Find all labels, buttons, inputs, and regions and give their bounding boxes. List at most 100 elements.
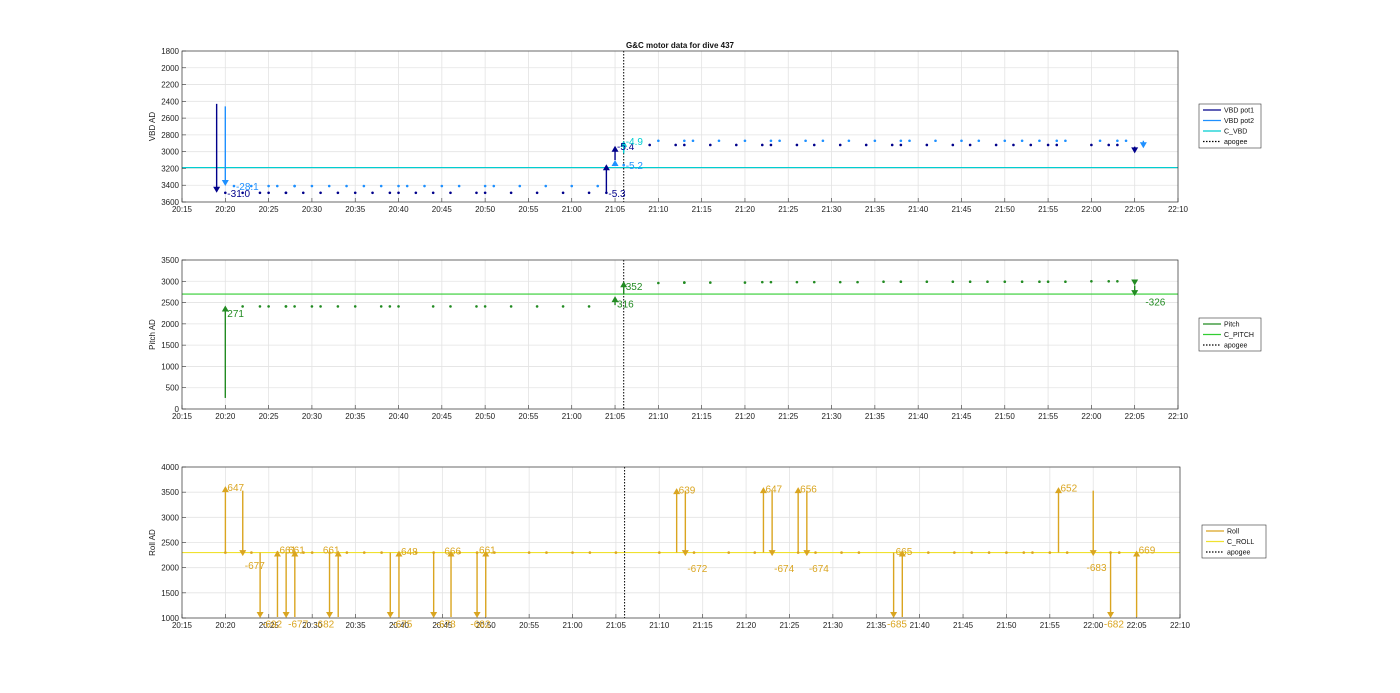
y-tick-label: 500 xyxy=(166,384,180,393)
data-point xyxy=(769,280,773,284)
plot-area xyxy=(182,51,1178,202)
data-point xyxy=(353,305,357,308)
data-point xyxy=(925,280,929,284)
x-tick-label: 20:20 xyxy=(215,621,236,630)
data-point xyxy=(987,551,991,554)
data-point xyxy=(970,551,974,554)
data-point xyxy=(414,191,418,195)
data-point xyxy=(873,139,877,143)
data-point xyxy=(561,305,565,308)
legend-label: C_VBD xyxy=(1224,129,1247,136)
value-annotation: 639 xyxy=(679,486,696,497)
data-point xyxy=(588,551,592,554)
value-annotation: -5.2 xyxy=(626,161,644,172)
data-point xyxy=(336,191,340,195)
data-point xyxy=(1012,143,1015,147)
data-point xyxy=(691,139,695,143)
value-annotation: 316 xyxy=(617,299,634,310)
x-tick-label: 21:50 xyxy=(996,621,1017,630)
value-annotation: -685 xyxy=(887,620,907,631)
data-point xyxy=(397,184,400,188)
data-point xyxy=(1064,139,1067,143)
y-tick-label: 3400 xyxy=(161,181,179,190)
value-annotation: -682 xyxy=(470,620,490,631)
x-tick-label: 21:50 xyxy=(995,205,1016,214)
legend-label: Pitch xyxy=(1224,322,1240,329)
data-point xyxy=(570,184,574,188)
x-tick-label: 21:35 xyxy=(865,412,886,421)
value-annotation: -326 xyxy=(1145,297,1165,308)
x-tick-label: 22:05 xyxy=(1125,412,1146,421)
data-point xyxy=(1090,143,1093,147)
data-point xyxy=(709,281,712,284)
data-point xyxy=(1116,143,1119,147)
x-tick-label: 22:10 xyxy=(1170,621,1191,630)
legend-label: Roll xyxy=(1227,529,1240,536)
x-tick-label: 20:30 xyxy=(302,205,323,214)
data-point xyxy=(345,184,348,188)
value-annotation: -682 xyxy=(314,620,334,631)
data-point xyxy=(483,184,487,188)
data-point xyxy=(648,143,651,147)
data-point xyxy=(994,143,998,147)
data-point xyxy=(319,305,322,308)
data-point xyxy=(1116,279,1119,283)
x-tick-label: 20:40 xyxy=(389,205,410,214)
x-tick-label: 21:10 xyxy=(649,621,670,630)
x-tick-label: 20:25 xyxy=(259,205,280,214)
x-tick-label: 20:35 xyxy=(345,205,366,214)
data-point xyxy=(1117,551,1121,554)
data-point xyxy=(899,139,903,143)
x-tick-label: 20:30 xyxy=(302,412,323,421)
value-annotation: 648 xyxy=(401,547,418,558)
data-point xyxy=(1046,143,1050,147)
x-tick-label: 22:05 xyxy=(1127,621,1148,630)
value-annotation: 647 xyxy=(765,485,782,496)
chart-title: G&C motor data for dive 437 xyxy=(626,41,735,50)
x-tick-label: 21:00 xyxy=(562,205,583,214)
legend-label: VBD pot1 xyxy=(1224,108,1254,115)
y-tick-label: 2400 xyxy=(161,97,179,106)
y-tick-label: 3000 xyxy=(161,513,179,522)
y-tick-label: 1000 xyxy=(161,362,179,371)
data-point xyxy=(596,184,600,188)
data-point xyxy=(709,143,712,147)
data-point xyxy=(535,191,539,195)
data-point xyxy=(951,280,955,284)
data-point xyxy=(380,551,383,554)
y-tick-label: 4000 xyxy=(161,463,179,472)
value-annotation: -692 xyxy=(262,620,282,631)
data-point xyxy=(927,551,930,554)
x-tick-label: 22:10 xyxy=(1168,205,1189,214)
data-point xyxy=(362,551,366,554)
x-tick-label: 21:00 xyxy=(563,621,584,630)
x-tick-label: 21:45 xyxy=(951,412,972,421)
x-tick-label: 21:10 xyxy=(648,205,669,214)
data-point xyxy=(657,281,660,285)
x-tick-label: 21:50 xyxy=(995,412,1016,421)
data-point xyxy=(769,139,773,143)
y-tick-label: 3600 xyxy=(161,198,179,207)
x-tick-label: 21:05 xyxy=(605,412,626,421)
y-tick-label: 1500 xyxy=(161,589,179,598)
panel-3: 20:15 20:20 20:25 20:30 20:35 20:40 20:45 20:50… xyxy=(148,463,1267,631)
data-point xyxy=(840,551,843,554)
data-point xyxy=(379,184,383,188)
legend: Roll C_ROLLapogee xyxy=(1201,524,1267,559)
value-annotation: 652 xyxy=(1061,484,1078,495)
value-annotation: -677 xyxy=(245,561,265,572)
data-point xyxy=(587,305,591,308)
data-point xyxy=(275,184,279,188)
data-point xyxy=(561,191,565,195)
data-point xyxy=(890,143,894,147)
data-point xyxy=(760,280,764,284)
data-point xyxy=(535,305,539,308)
x-tick-label: 20:20 xyxy=(215,412,236,421)
plot-area xyxy=(182,260,1178,409)
value-annotation: 352 xyxy=(626,282,643,293)
data-point xyxy=(953,551,956,554)
y-axis-label: Pitch AD xyxy=(148,319,157,350)
x-tick-label: 20:35 xyxy=(345,412,366,421)
x-tick-label: 20:55 xyxy=(518,412,539,421)
data-point xyxy=(760,143,764,147)
